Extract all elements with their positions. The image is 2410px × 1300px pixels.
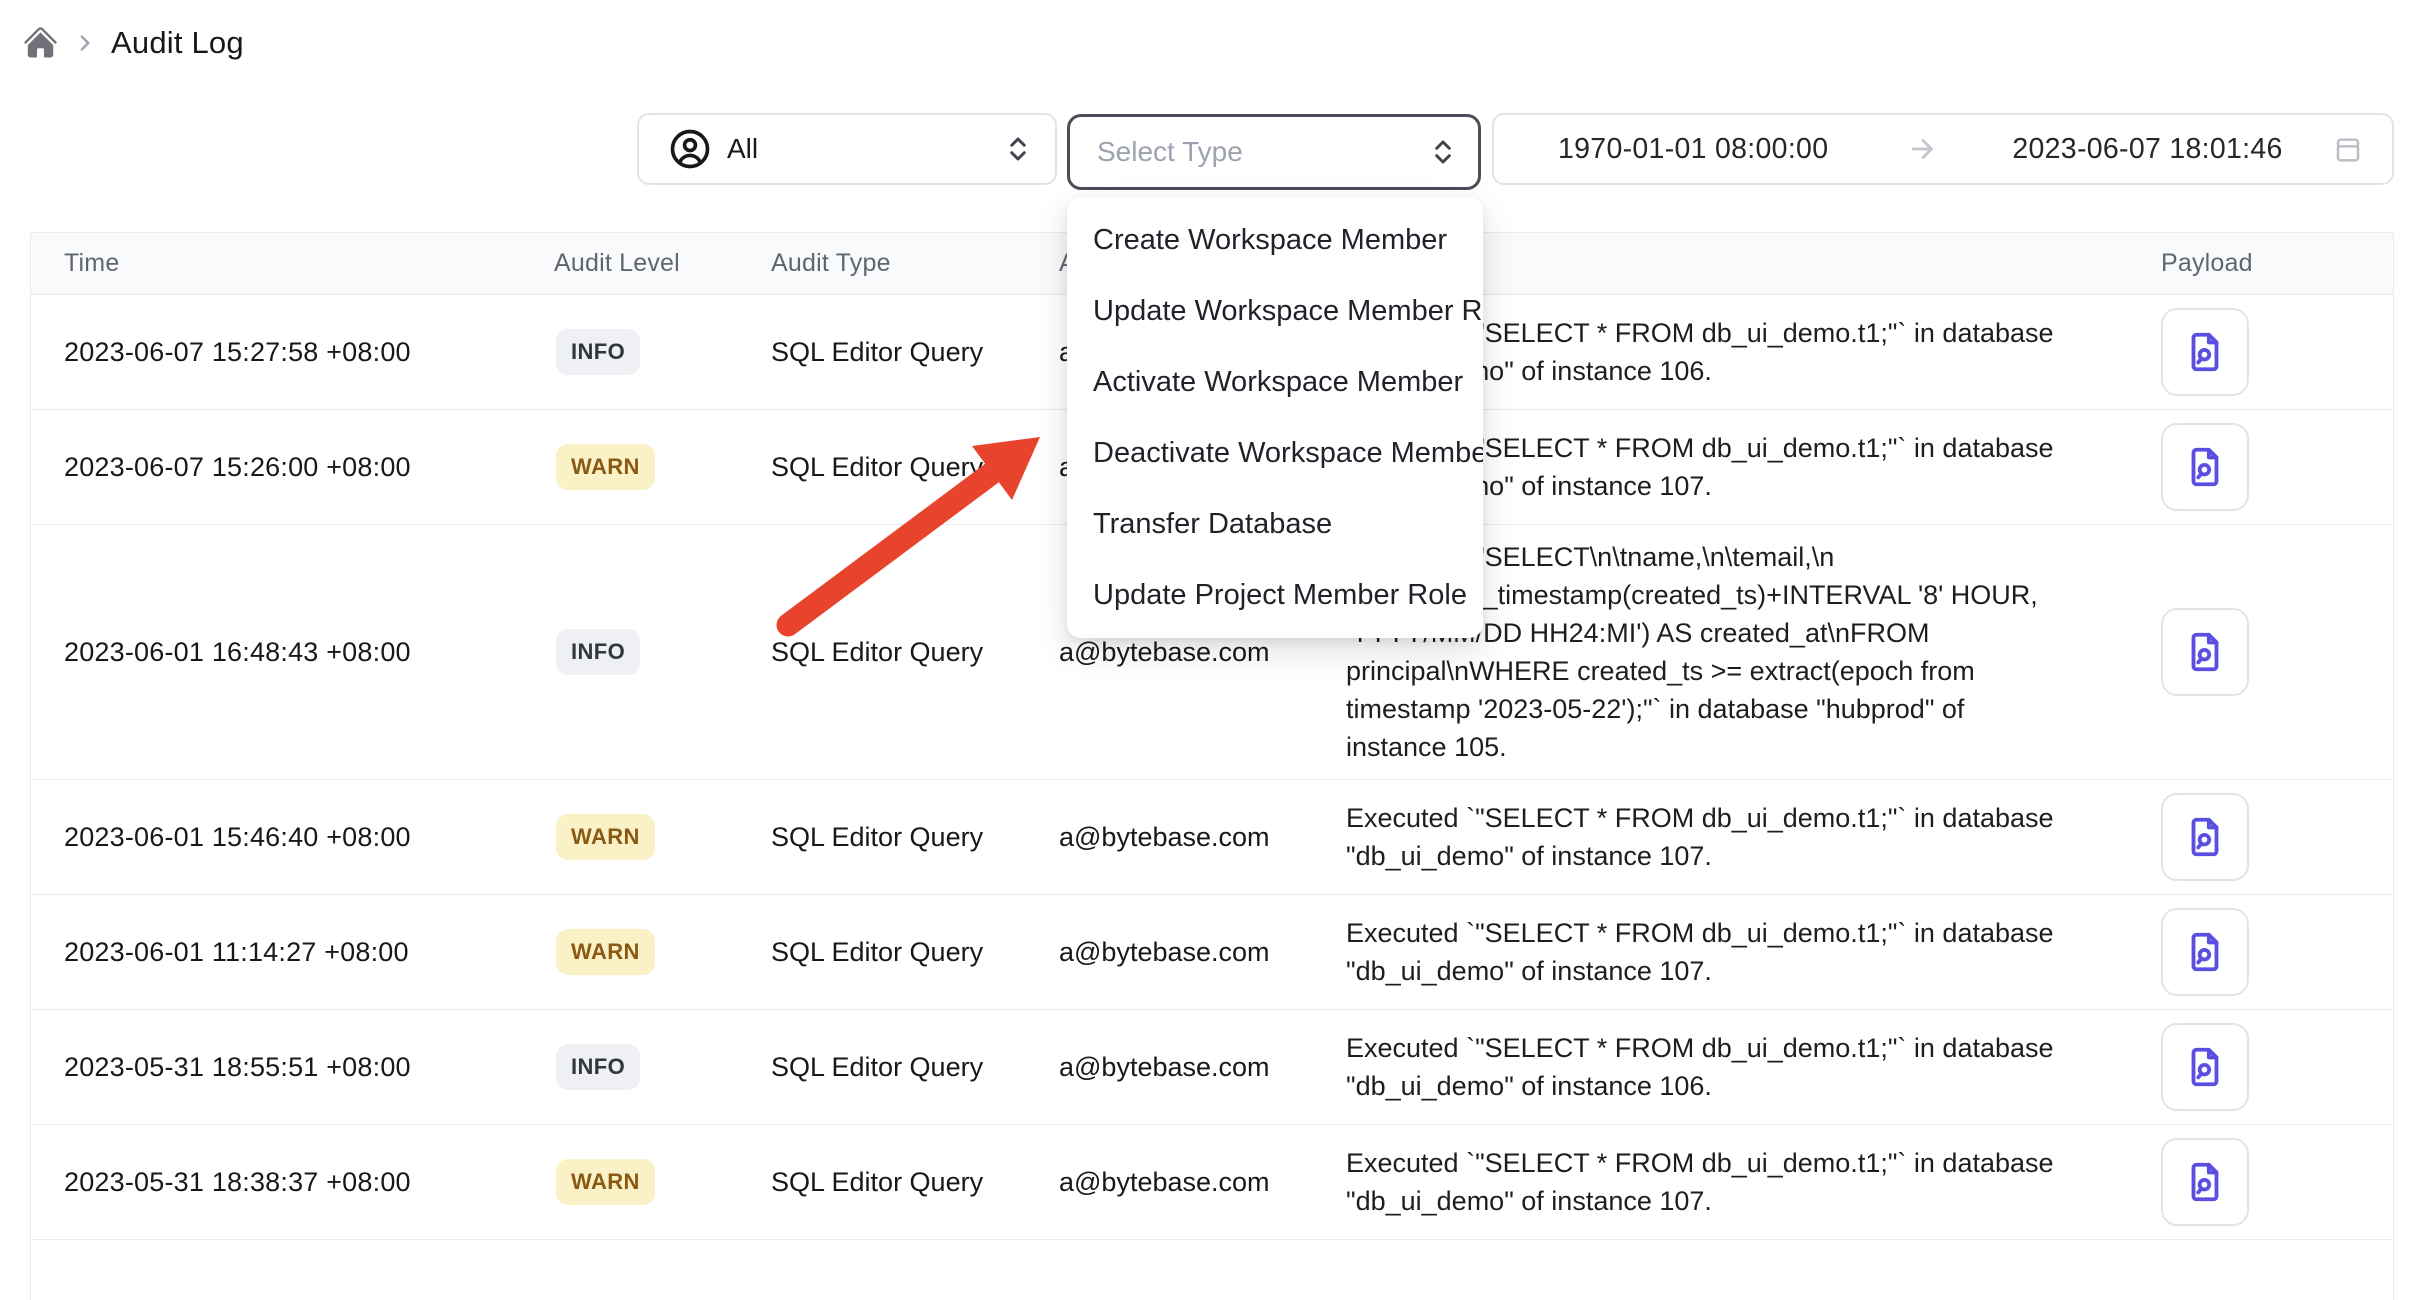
view-payload-button[interactable] bbox=[2161, 608, 2249, 696]
payload-cell bbox=[2161, 423, 2395, 511]
arrow-right-icon bbox=[1906, 132, 1940, 166]
view-payload-button[interactable] bbox=[2161, 1023, 2249, 1111]
table-row: 2023-05-31 18:55:51 +08:00 INFO SQL Edit… bbox=[31, 1010, 2393, 1125]
column-header-audit-level: Audit Level bbox=[554, 249, 771, 278]
calendar-icon[interactable] bbox=[2332, 133, 2364, 165]
date-range-picker: 1970-01-01 08:00:00 2023-06-07 18:01:46 bbox=[1492, 113, 2394, 185]
audit-level-badge: INFO bbox=[556, 1044, 640, 1090]
time-cell: 2023-06-07 15:27:58 +08:00 bbox=[31, 337, 554, 368]
chevrons-up-down-icon bbox=[1003, 134, 1033, 164]
comment-cell: Executed `"SELECT * FROM db_ui_demo.t1;"… bbox=[1346, 1016, 2161, 1118]
file-search-icon bbox=[2182, 1044, 2228, 1090]
audit-type-cell: SQL Editor Query bbox=[771, 452, 1059, 483]
time-cell: 2023-06-07 15:26:00 +08:00 bbox=[31, 452, 554, 483]
payload-cell bbox=[2161, 908, 2395, 996]
audit-level-cell: WARN bbox=[554, 444, 771, 490]
audit-level-badge: INFO bbox=[556, 629, 640, 675]
type-dropdown-item[interactable]: Activate Workspace Member bbox=[1067, 347, 1483, 418]
actor-cell: a@bytebase.com bbox=[1059, 1167, 1346, 1198]
type-dropdown-item[interactable]: Deactivate Workspace Member bbox=[1067, 418, 1483, 489]
audit-level-cell: WARN bbox=[554, 929, 771, 975]
payload-cell bbox=[2161, 793, 2395, 881]
audit-type-cell: SQL Editor Query bbox=[771, 822, 1059, 853]
file-search-icon bbox=[2182, 329, 2228, 375]
file-search-icon bbox=[2182, 629, 2228, 675]
time-cell: 2023-06-01 16:48:43 +08:00 bbox=[31, 637, 554, 668]
view-payload-button[interactable] bbox=[2161, 908, 2249, 996]
audit-level-cell: INFO bbox=[554, 629, 771, 675]
page-title: Audit Log bbox=[111, 25, 244, 61]
time-cell: 2023-05-31 18:55:51 +08:00 bbox=[31, 1052, 554, 1083]
date-range-end-input[interactable]: 2023-06-07 18:01:46 bbox=[2012, 133, 2282, 166]
audit-level-badge: INFO bbox=[556, 329, 640, 375]
actor-filter-value: All bbox=[727, 133, 758, 165]
audit-level-cell: INFO bbox=[554, 1044, 771, 1090]
breadcrumb: Audit Log bbox=[22, 24, 244, 61]
date-range-start-input[interactable]: 1970-01-01 08:00:00 bbox=[1558, 133, 1828, 166]
payload-cell bbox=[2161, 608, 2395, 696]
comment-cell: Executed `"SELECT * FROM db_ui_demo.t1;"… bbox=[1346, 786, 2161, 888]
view-payload-button[interactable] bbox=[2161, 423, 2249, 511]
chevrons-up-down-icon bbox=[1428, 137, 1458, 167]
payload-cell bbox=[2161, 1023, 2395, 1111]
type-dropdown-menu: Create Workspace Member Update Workspace… bbox=[1067, 197, 1483, 638]
actor-cell: a@bytebase.com bbox=[1059, 1052, 1346, 1083]
actor-filter-select[interactable]: All bbox=[637, 113, 1057, 185]
audit-level-badge: WARN bbox=[556, 814, 655, 860]
audit-type-placeholder: Select Type bbox=[1097, 136, 1243, 168]
time-cell: 2023-06-01 11:14:27 +08:00 bbox=[31, 937, 554, 968]
chevron-right-icon bbox=[72, 30, 98, 56]
file-search-icon bbox=[2182, 929, 2228, 975]
payload-cell bbox=[2161, 308, 2395, 396]
audit-level-badge: WARN bbox=[556, 929, 655, 975]
view-payload-button[interactable] bbox=[2161, 1138, 2249, 1226]
audit-level-cell: INFO bbox=[554, 329, 771, 375]
user-circle-icon bbox=[669, 128, 711, 170]
payload-cell bbox=[2161, 1138, 2395, 1226]
audit-level-cell: WARN bbox=[554, 1159, 771, 1205]
audit-type-cell: SQL Editor Query bbox=[771, 337, 1059, 368]
audit-level-badge: WARN bbox=[556, 1159, 655, 1205]
time-cell: 2023-06-01 15:46:40 +08:00 bbox=[31, 822, 554, 853]
comment-cell: Executed `"SELECT * FROM db_ui_demo.t1;"… bbox=[1346, 901, 2161, 1003]
file-search-icon bbox=[2182, 444, 2228, 490]
time-cell: 2023-05-31 18:38:37 +08:00 bbox=[31, 1167, 554, 1198]
home-icon[interactable] bbox=[22, 24, 59, 61]
view-payload-button[interactable] bbox=[2161, 308, 2249, 396]
table-row-partial bbox=[31, 1240, 2393, 1300]
actor-cell: a@bytebase.com bbox=[1059, 822, 1346, 853]
comment-cell: Executed `"SELECT * FROM db_ui_demo.t1;"… bbox=[1346, 1131, 2161, 1233]
file-search-icon bbox=[2182, 814, 2228, 860]
type-dropdown-item[interactable]: Update Project Member Role bbox=[1067, 560, 1483, 631]
audit-type-cell: SQL Editor Query bbox=[771, 1167, 1059, 1198]
audit-type-filter-select[interactable]: Select Type bbox=[1067, 114, 1481, 190]
view-payload-button[interactable] bbox=[2161, 793, 2249, 881]
type-dropdown-item[interactable]: Update Workspace Member Role bbox=[1067, 276, 1483, 347]
audit-type-cell: SQL Editor Query bbox=[771, 937, 1059, 968]
audit-level-cell: WARN bbox=[554, 814, 771, 860]
table-row: 2023-06-01 11:14:27 +08:00 WARN SQL Edit… bbox=[31, 895, 2393, 1010]
table-row: 2023-06-01 15:46:40 +08:00 WARN SQL Edit… bbox=[31, 780, 2393, 895]
column-header-audit-type: Audit Type bbox=[771, 249, 1059, 278]
audit-type-cell: SQL Editor Query bbox=[771, 637, 1059, 668]
column-header-payload: Payload bbox=[2161, 249, 2395, 278]
audit-type-cell: SQL Editor Query bbox=[771, 1052, 1059, 1083]
type-dropdown-item[interactable]: Create Workspace Member bbox=[1067, 205, 1483, 276]
actor-cell: a@bytebase.com bbox=[1059, 937, 1346, 968]
file-search-icon bbox=[2182, 1159, 2228, 1205]
type-dropdown-item[interactable]: Transfer Database bbox=[1067, 489, 1483, 560]
audit-level-badge: WARN bbox=[556, 444, 655, 490]
actor-cell: a@bytebase.com bbox=[1059, 637, 1346, 668]
column-header-time: Time bbox=[31, 249, 554, 278]
table-row: 2023-05-31 18:38:37 +08:00 WARN SQL Edit… bbox=[31, 1125, 2393, 1240]
